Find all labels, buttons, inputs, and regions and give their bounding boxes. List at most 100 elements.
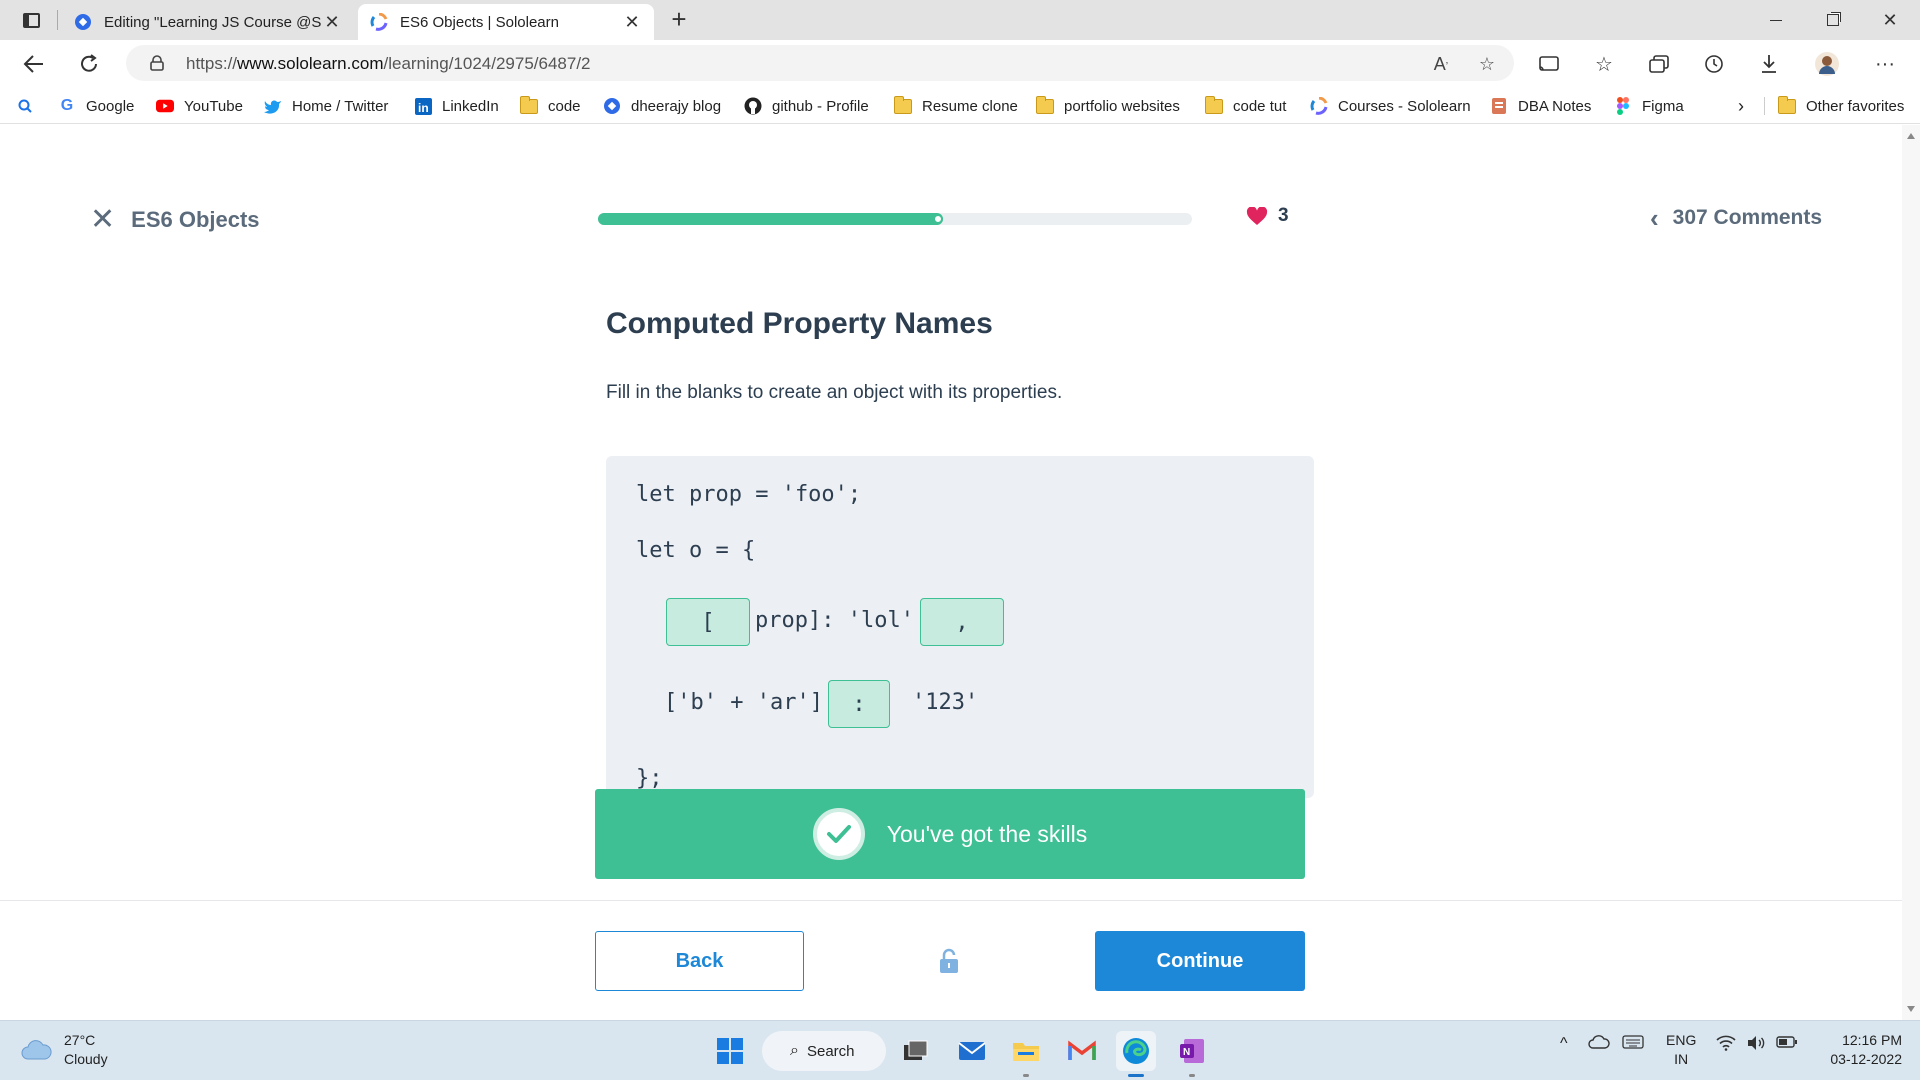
restore-button[interactable]	[1805, 0, 1861, 40]
bookmark-label: code tut	[1233, 97, 1287, 115]
answer-blank-1[interactable]: [	[666, 598, 750, 646]
gmail-icon[interactable]	[1062, 1031, 1102, 1071]
bookmark-label: Courses - Sololearn	[1338, 97, 1471, 115]
bookmark-divider	[1764, 97, 1765, 115]
keyboard-icon[interactable]	[1622, 1035, 1644, 1054]
edge-browser-icon[interactable]	[1116, 1031, 1156, 1077]
browser-tab-strip: Editing "Learning JS Course @So ✕ ES6 Ob…	[0, 0, 1920, 40]
code-line-4: ['b' + 'ar']	[664, 690, 823, 715]
bookmark-youtube[interactable]: YouTube	[156, 95, 243, 117]
scroll-down-icon[interactable]	[1907, 1006, 1915, 1012]
tab-es6-objects[interactable]: ES6 Objects | Sololearn ✕	[358, 4, 654, 40]
code-line-5: };	[636, 766, 663, 791]
running-indicator	[1023, 1074, 1029, 1077]
bookmark-dba-notes[interactable]: DBA Notes	[1490, 95, 1591, 117]
tab-editing-course[interactable]: Editing "Learning JS Course @So ✕	[62, 4, 354, 40]
bookmark-github-profile[interactable]: github - Profile	[744, 95, 869, 117]
url-text[interactable]: https://www.sololearn.com/learning/1024/…	[186, 54, 591, 74]
bookmark-dheerajy-blog[interactable]: dheerajy blog	[603, 95, 721, 117]
bookmark-folder-portfolio-websites[interactable]: portfolio websites	[1036, 95, 1180, 117]
address-bar[interactable]: https://www.sololearn.com/learning/1024/…	[126, 45, 1514, 81]
bookmark-folder-code-tut[interactable]: code tut	[1205, 95, 1286, 117]
padlock-icon[interactable]	[150, 55, 164, 71]
task-view-icon[interactable]	[896, 1031, 936, 1071]
profile-avatar[interactable]	[1810, 48, 1844, 80]
bookmark-linkedin[interactable]: in LinkedIn	[414, 95, 499, 117]
answer-blank-2[interactable]: ,	[920, 598, 1004, 646]
heart-icon	[1246, 206, 1268, 225]
volume-icon[interactable]	[1746, 1035, 1766, 1056]
sololearn-favicon-icon	[370, 13, 388, 31]
google-icon: G	[60, 97, 74, 114]
page-scrollbar[interactable]	[1902, 125, 1920, 1020]
new-tab-button[interactable]: +	[664, 6, 694, 34]
collections-icon[interactable]	[1642, 48, 1676, 80]
scroll-up-icon[interactable]	[1907, 133, 1915, 139]
linkedin-icon: in	[414, 97, 432, 115]
close-window-button[interactable]: ✕	[1862, 0, 1918, 40]
progress-knob	[932, 214, 943, 224]
bookmark-label: YouTube	[184, 97, 243, 115]
bookmark-label: dheerajy blog	[631, 97, 722, 115]
bookmark-label: Google	[86, 97, 135, 115]
onedrive-cloud-icon[interactable]	[1588, 1035, 1610, 1054]
lesson-header-left: ✕ ES6 Objects	[90, 205, 260, 235]
answer-blank-3[interactable]: :	[828, 680, 890, 728]
onenote-icon[interactable]: N	[1172, 1031, 1212, 1077]
tab-actions-icon[interactable]	[14, 8, 48, 32]
history-icon[interactable]	[1697, 48, 1731, 80]
close-lesson-icon[interactable]: ✕	[90, 205, 115, 235]
bookmark-twitter[interactable]: Home / Twitter	[264, 95, 388, 117]
mail-icon[interactable]	[952, 1031, 992, 1071]
wifi-icon[interactable]	[1716, 1035, 1736, 1056]
windows-taskbar: 27°C Cloudy ⌕ Search N ^ ENG IN 12:16 PM…	[0, 1020, 1920, 1080]
downloads-icon[interactable]	[1752, 48, 1786, 80]
bookmark-courses-sololearn[interactable]: Courses - Sololearn	[1310, 95, 1471, 117]
battery-icon[interactable]	[1776, 1035, 1798, 1054]
settings-more-icon[interactable]: ···	[1868, 48, 1902, 80]
search-icon: ⌕	[790, 1042, 799, 1059]
editor-favicon-icon	[75, 14, 91, 30]
minimize-button[interactable]	[1748, 0, 1804, 40]
continue-button[interactable]: Continue	[1095, 931, 1305, 991]
weather-widget[interactable]: 27°C Cloudy	[20, 1031, 108, 1069]
bookmark-figma[interactable]: Figma	[1614, 95, 1684, 117]
back-button[interactable]: Back	[595, 931, 804, 991]
clock-time: 12:16 PM	[1842, 1032, 1902, 1048]
taskbar-search-label: Search	[806, 1042, 855, 1060]
file-explorer-icon[interactable]	[1006, 1031, 1046, 1077]
bookmark-label: Resume clone	[922, 97, 1018, 115]
github-icon	[744, 97, 762, 115]
figma-icon	[1614, 97, 1632, 115]
back-arrow-icon[interactable]	[17, 48, 51, 80]
bookmark-folder-resume-clone[interactable]: Resume clone	[894, 95, 1018, 117]
bookmark-other-favorites[interactable]: Other favorites	[1778, 95, 1904, 117]
youtube-icon	[156, 98, 174, 114]
taskbar-search[interactable]: ⌕ Search	[762, 1031, 886, 1071]
bookmark-search-icon[interactable]	[18, 95, 32, 117]
windows-start-icon[interactable]	[710, 1031, 750, 1071]
comments-link[interactable]: ‹ 307 Comments	[1650, 205, 1822, 231]
tab-close-icon[interactable]: ✕	[322, 12, 342, 33]
bookmarks-overflow-chevron-icon[interactable]: ›	[1738, 95, 1744, 117]
code-line-2: let o = {	[636, 538, 756, 563]
bookmark-label: github - Profile	[772, 97, 869, 115]
favorites-icon[interactable]: ☆	[1587, 48, 1621, 80]
cast-icon[interactable]	[1532, 48, 1566, 80]
bookmark-folder-code[interactable]: code	[520, 95, 581, 117]
folder-icon	[520, 95, 538, 114]
refresh-icon[interactable]	[72, 48, 106, 80]
input-language[interactable]: ENG IN	[1666, 1031, 1696, 1069]
success-message: You've got the skills	[886, 820, 1088, 847]
tab-title: ES6 Objects | Sololearn	[400, 13, 559, 31]
cloud-icon	[21, 1040, 52, 1060]
bookmark-google[interactable]: G Google	[58, 95, 135, 117]
system-clock[interactable]: 12:16 PM 03-12-2022	[1816, 1031, 1902, 1069]
lesson-instruction: Fill in the blanks to create an object w…	[606, 382, 1063, 403]
read-aloud-icon[interactable]: Aʼ	[1430, 53, 1452, 75]
code-line-3: prop]: 'lol'	[755, 608, 914, 633]
add-favorite-icon[interactable]: ☆	[1476, 53, 1498, 75]
tab-close-icon[interactable]: ✕	[622, 12, 642, 33]
show-hidden-icons-chevron-icon[interactable]: ^	[1560, 1035, 1568, 1053]
weather-condition: Cloudy	[64, 1051, 108, 1067]
